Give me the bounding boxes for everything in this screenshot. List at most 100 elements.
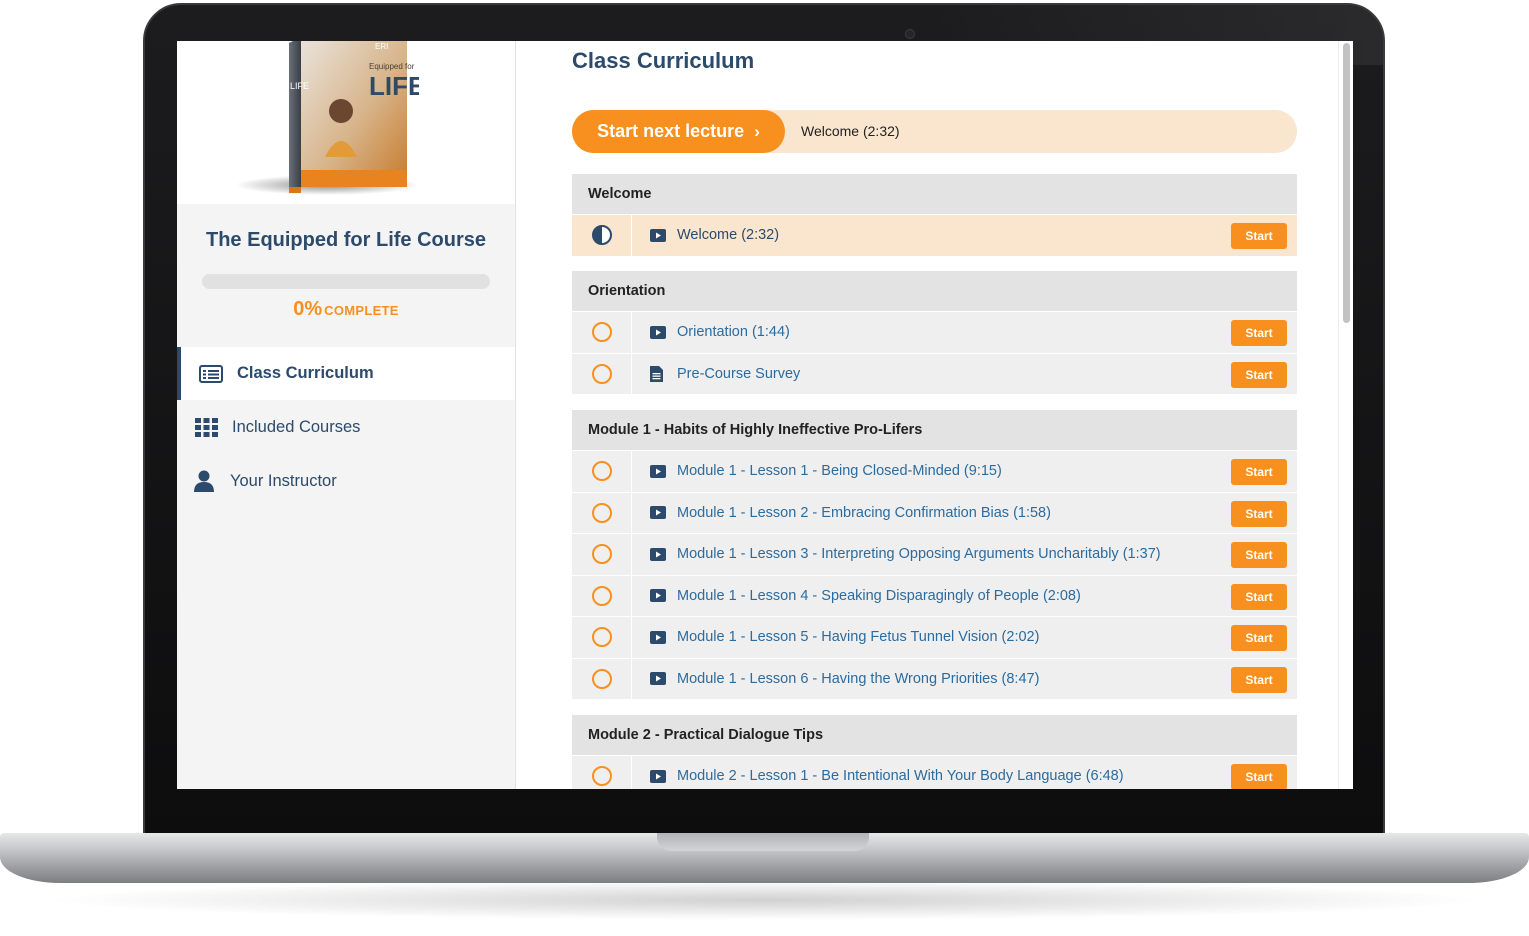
lecture-title[interactable]: Pre-Course Survey xyxy=(677,366,800,382)
section-module-2: Module 2 - Practical Dialogue Tips Modul… xyxy=(572,715,1297,789)
laptop-shadow xyxy=(40,880,1490,920)
incomplete-circle-icon xyxy=(591,461,612,482)
incomplete-circle-icon xyxy=(591,363,612,384)
lecture-row[interactable]: Welcome (2:32) Start xyxy=(572,214,1297,256)
incomplete-circle-icon xyxy=(591,585,612,606)
laptop-notch xyxy=(657,833,869,851)
lecture-status-cell xyxy=(572,312,632,353)
start-button[interactable]: Start xyxy=(1231,223,1287,249)
start-button[interactable]: Start xyxy=(1231,583,1287,610)
lecture-row[interactable]: Module 1 - Lesson 2 - Embracing Confirma… xyxy=(572,491,1297,533)
nav-item-your-instructor[interactable]: Your Instructor xyxy=(177,454,515,508)
section-module-1: Module 1 - Habits of Highly Ineffective … xyxy=(572,410,1297,699)
course-image-area: ERI Equipped for LIFE LIFE xyxy=(177,41,515,204)
screen: ERI Equipped for LIFE LIFE The Equipped … xyxy=(177,41,1353,789)
section-header: Module 1 - Habits of Highly Ineffective … xyxy=(572,410,1297,450)
start-button[interactable]: Start xyxy=(1231,500,1287,527)
video-icon xyxy=(650,769,668,783)
vertical-scrollbar[interactable] xyxy=(1338,41,1353,789)
lecture-title[interactable]: Module 1 - Lesson 6 - Having the Wrong P… xyxy=(677,671,1039,687)
lecture-row[interactable]: Module 1 - Lesson 5 - Having Fetus Tunne… xyxy=(572,616,1297,658)
video-icon xyxy=(650,325,668,339)
video-icon xyxy=(650,464,668,478)
nav-label-class-curriculum: Class Curriculum xyxy=(237,364,374,382)
incomplete-circle-icon xyxy=(591,502,612,523)
nav-label-included-courses: Included Courses xyxy=(232,417,361,436)
lecture-title[interactable]: Module 1 - Lesson 4 - Speaking Disparagi… xyxy=(677,588,1081,604)
lecture-row[interactable]: Module 1 - Lesson 6 - Having the Wrong P… xyxy=(572,657,1297,699)
camera-icon xyxy=(905,29,915,39)
video-icon xyxy=(650,547,668,561)
video-icon xyxy=(650,228,668,242)
incomplete-circle-icon xyxy=(591,322,612,343)
lecture-row[interactable]: Module 1 - Lesson 3 - Interpreting Oppos… xyxy=(572,533,1297,575)
start-next-lecture-button[interactable]: Start next lecture › xyxy=(572,110,785,153)
section-welcome: Welcome Welcome (2:32) Start xyxy=(572,174,1297,256)
sidebar-nav: Class Curriculum Included Courses Your I… xyxy=(177,347,515,508)
incomplete-circle-icon xyxy=(591,544,612,565)
lecture-row[interactable]: Orientation (1:44) Start xyxy=(572,311,1297,353)
nav-item-included-courses[interactable]: Included Courses xyxy=(177,400,515,454)
video-icon xyxy=(650,506,668,520)
lecture-title[interactable]: Orientation (1:44) xyxy=(677,324,790,340)
next-lecture-name: Welcome (2:32) xyxy=(801,123,900,139)
lecture-status-cell xyxy=(572,534,632,575)
half-complete-icon xyxy=(591,225,612,246)
start-button[interactable]: Start xyxy=(1231,542,1287,568)
start-button[interactable]: Start xyxy=(1231,361,1287,388)
nav-item-class-curriculum[interactable]: Class Curriculum xyxy=(177,347,515,400)
lecture-status-cell xyxy=(572,658,632,699)
start-button[interactable]: Start xyxy=(1231,625,1287,651)
lecture-status-cell xyxy=(572,215,632,256)
lecture-row[interactable]: Module 1 - Lesson 4 - Speaking Disparagi… xyxy=(572,574,1297,616)
product-box-spine-title: LIFE xyxy=(290,81,309,91)
video-icon xyxy=(650,672,668,686)
lecture-title[interactable]: Module 1 - Lesson 3 - Interpreting Oppos… xyxy=(677,546,1161,562)
course-progress-text: 0% COMPLETE xyxy=(177,298,515,321)
course-title: The Equipped for Life Course xyxy=(205,229,486,251)
section-header: Orientation xyxy=(572,271,1297,311)
lecture-status-cell xyxy=(572,451,632,492)
incomplete-circle-icon xyxy=(591,668,612,689)
product-box-brand: ERI xyxy=(375,42,388,51)
sidebar: ERI Equipped for LIFE LIFE The Equipped … xyxy=(177,41,516,789)
product-box-subtitle: Equipped for xyxy=(369,62,415,71)
lecture-title[interactable]: Module 1 - Lesson 1 - Being Closed-Minde… xyxy=(677,463,1002,479)
page-title: Class Curriculum xyxy=(572,48,755,73)
progress-percent: 0% xyxy=(293,298,323,320)
user-icon xyxy=(192,469,216,493)
start-button[interactable]: Start xyxy=(1231,320,1287,346)
scrollbar-thumb[interactable] xyxy=(1343,43,1350,323)
document-icon xyxy=(650,365,668,382)
lecture-title[interactable]: Module 1 - Lesson 5 - Having Fetus Tunne… xyxy=(677,629,1039,645)
product-box-title: LIFE xyxy=(369,71,419,101)
lecture-status-cell xyxy=(572,756,632,789)
start-button[interactable]: Start xyxy=(1231,764,1287,789)
section-orientation: Orientation Orientation (1:44) Start Pre… xyxy=(572,271,1297,394)
course-progress-bar xyxy=(202,274,490,289)
incomplete-circle-icon xyxy=(591,627,612,648)
curriculum-list-icon xyxy=(199,362,223,386)
start-button[interactable]: Start xyxy=(1231,459,1287,485)
section-header: Welcome xyxy=(572,174,1297,214)
start-button[interactable]: Start xyxy=(1231,666,1287,693)
lecture-row[interactable]: Pre-Course Survey Start xyxy=(572,352,1297,394)
lecture-row[interactable]: Module 2 - Lesson 1 - Be Intentional Wit… xyxy=(572,755,1297,789)
lecture-status-cell xyxy=(572,492,632,533)
grid-icon xyxy=(194,415,218,439)
lecture-status-cell xyxy=(572,617,632,658)
lecture-title[interactable]: Module 1 - Lesson 2 - Embracing Confirma… xyxy=(677,505,1051,521)
lecture-title[interactable]: Module 2 - Lesson 1 - Be Intentional Wit… xyxy=(677,768,1124,784)
next-lecture-bar: Start next lecture › Welcome (2:32) xyxy=(572,110,1297,153)
lecture-status-cell xyxy=(572,353,632,394)
section-header: Module 2 - Practical Dialogue Tips xyxy=(572,715,1297,755)
chevron-right-icon: › xyxy=(754,121,760,141)
curriculum-main: Class Curriculum Start next lecture › We… xyxy=(531,41,1353,789)
lecture-title[interactable]: Welcome (2:32) xyxy=(677,227,779,243)
lecture-status-cell xyxy=(572,575,632,616)
course-product-box-image: ERI Equipped for LIFE LIFE xyxy=(235,41,419,195)
nav-label-your-instructor: Your Instructor xyxy=(230,471,337,490)
lecture-row[interactable]: Module 1 - Lesson 1 - Being Closed-Minde… xyxy=(572,450,1297,492)
video-icon xyxy=(650,589,668,603)
progress-label: COMPLETE xyxy=(324,303,399,318)
